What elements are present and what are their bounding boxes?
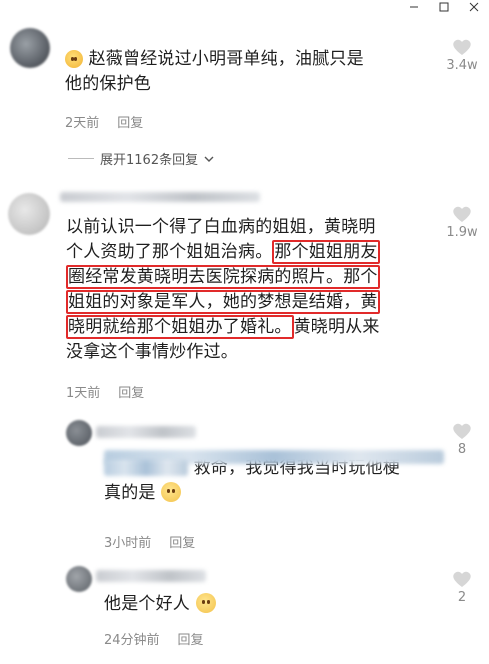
comment-text-line: 他的保护色 — [65, 74, 151, 94]
reply-text: 救命，我觉得我当时玩他梗 真的是 — [104, 450, 444, 506]
reply-meta: 24分钟前 回复 — [104, 629, 204, 648]
avatar[interactable] — [8, 193, 50, 235]
comment-time: 1天前 — [66, 386, 101, 401]
highlighted-text: 圈经常发黄晓明去医院探病的照片。那个 — [66, 265, 380, 289]
like-button[interactable]: 3.4w — [442, 38, 482, 73]
comment-text: 以前认识一个得了白血病的姐姐，黄晓明 个人资助了那个姐姐治病。 那个姐姐朋友 圈经… — [66, 215, 436, 365]
like-count: 8 — [457, 442, 467, 457]
window-controls — [399, 0, 489, 14]
reply-text-line: 他是个好人 — [104, 594, 190, 614]
maximize-icon — [439, 2, 449, 12]
username[interactable] — [96, 570, 206, 582]
avatar[interactable] — [66, 420, 92, 446]
comment-time: 2天前 — [65, 116, 100, 131]
reply-meta: 3小时前 回复 — [104, 532, 195, 551]
reply-button[interactable]: 回复 — [117, 112, 143, 131]
comment-meta: 1天前 回复 — [66, 382, 144, 401]
avatar[interactable] — [10, 28, 50, 68]
close-icon — [469, 2, 479, 12]
comment-meta: 2天前 回复 — [65, 112, 143, 131]
like-button[interactable]: 1.9w — [442, 205, 482, 240]
pleading-emoji-icon — [161, 482, 182, 502]
comment-text-line: 以前认识一个得了白血病的姐姐，黄晓明 — [66, 217, 376, 237]
reply-time: 3小时前 — [104, 536, 152, 551]
like-count: 3.4w — [446, 58, 478, 73]
like-button[interactable]: 8 — [442, 422, 482, 457]
expand-replies-label: 展开1162条回复 — [100, 153, 199, 168]
crying-emoji-icon — [65, 50, 83, 68]
reply-button[interactable]: 回复 — [118, 382, 144, 401]
username[interactable] — [96, 426, 196, 438]
like-count: 2 — [457, 590, 467, 605]
minimize-button[interactable] — [399, 0, 429, 14]
divider — [68, 158, 94, 159]
chevron-down-icon — [204, 156, 214, 162]
highlighted-text: 晓明就给那个姐姐办了婚礼。 — [66, 315, 294, 339]
comment-text-line: 个人资助了那个姐姐治病。 — [66, 242, 273, 262]
heart-icon — [453, 39, 471, 55]
reply-button[interactable]: 回复 — [178, 629, 204, 648]
heart-icon — [453, 571, 471, 587]
highlighted-text: 姐姐的对象是军人，她的梦想是结婚，黄 — [66, 290, 380, 314]
close-button[interactable] — [459, 0, 489, 14]
comment-text-line: 赵薇曾经说过小明哥单纯，油腻只是 — [88, 49, 364, 69]
highlighted-text: 那个姐姐朋友 — [272, 240, 380, 264]
reply-text-line: 真的是 — [104, 483, 156, 503]
heart-icon — [453, 423, 471, 439]
reply-text: 他是个好人 — [104, 592, 424, 617]
maximize-button[interactable] — [429, 0, 459, 14]
comment-text-line: 黄晓明从来 — [293, 317, 380, 337]
pleading-emoji-icon — [195, 593, 216, 613]
reply-button[interactable]: 回复 — [169, 532, 195, 551]
comment-text-line: 没拿这个事情炒作过。 — [66, 342, 238, 362]
like-count: 1.9w — [446, 225, 478, 240]
username[interactable] — [60, 192, 260, 202]
comment-text: 赵薇曾经说过小明哥单纯，油腻只是 他的保护色 — [65, 47, 425, 97]
blurred-username — [104, 460, 188, 476]
heart-icon — [453, 206, 471, 222]
avatar[interactable] — [66, 566, 92, 592]
reply-time: 24分钟前 — [104, 633, 160, 648]
expand-replies-button[interactable]: 展开1162条回复 — [68, 149, 214, 168]
like-button[interactable]: 2 — [442, 570, 482, 605]
minimize-icon — [410, 6, 418, 8]
